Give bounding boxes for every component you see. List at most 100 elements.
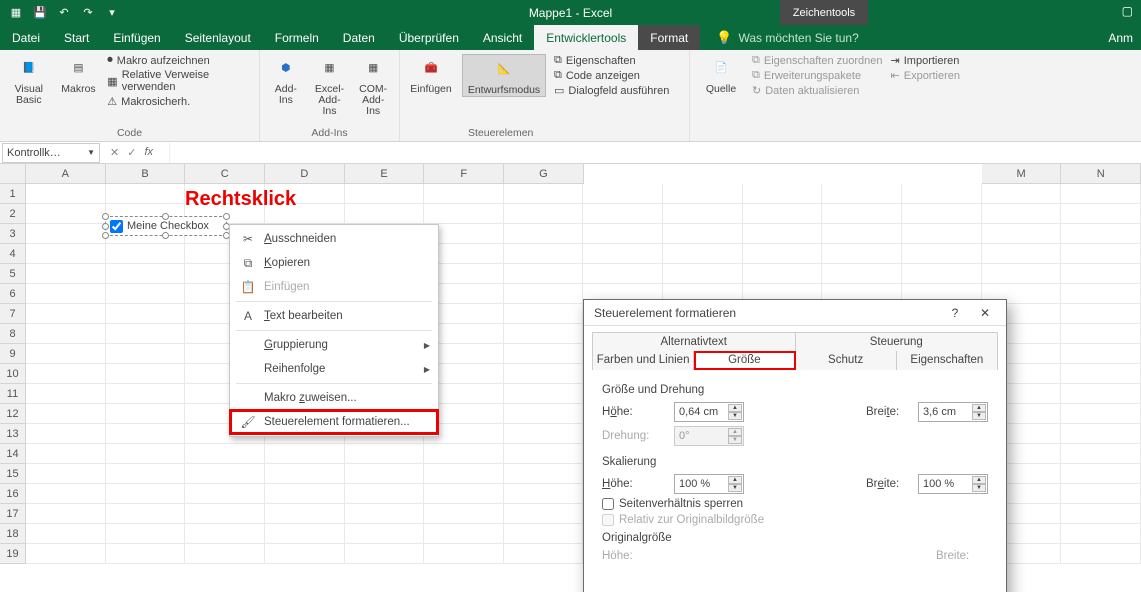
tab-start[interactable]: Start [52,25,101,50]
row-8[interactable]: 8 [0,324,26,344]
name-box[interactable]: Kontrollk… ▼ [2,143,100,163]
addins-button[interactable]: ⬢Add- Ins [268,54,304,106]
col-B[interactable]: B [106,164,186,184]
formula-input[interactable] [169,143,1141,163]
resize-handle[interactable] [102,213,109,220]
width-input[interactable]: 3,6 cm▲▼ [918,402,988,422]
row-13[interactable]: 13 [0,424,26,444]
qat-customize-icon[interactable]: ▾ [104,5,120,21]
col-F[interactable]: F [424,164,504,184]
row-12[interactable]: 12 [0,404,26,424]
col-D[interactable]: D [265,164,345,184]
row-15[interactable]: 15 [0,464,26,484]
dlg-tab-groesse[interactable]: Größe [694,351,795,370]
select-all-corner[interactable] [0,164,26,184]
col-M[interactable]: M [982,164,1062,184]
tab-formeln[interactable]: Formeln [263,25,331,50]
run-dialog-button[interactable]: ▭Dialogfeld ausführen [554,84,669,97]
resize-handle[interactable] [223,213,230,220]
row-5[interactable]: 5 [0,264,26,284]
menu-cut[interactable]: ✂Ausschneiden [230,227,438,251]
fx-label[interactable]: fx [144,146,159,159]
row-9[interactable]: 9 [0,344,26,364]
menu-format-control[interactable]: 🖌Steuerelement formatieren... [230,410,438,434]
relative-references-button[interactable]: ▦Relative Verweise verwenden [107,69,251,93]
resize-handle[interactable] [162,232,169,239]
tab-seitenlayout[interactable]: Seitenlayout [173,25,263,50]
tab-ueberpruefen[interactable]: Überprüfen [387,25,471,50]
tab-daten[interactable]: Daten [331,25,387,50]
tell-me[interactable]: 💡 Was möchten Sie tun? [700,25,858,50]
dialog-titlebar[interactable]: Steuerelement formatieren ? ✕ [584,300,1006,326]
checkbox-control[interactable]: Meine Checkbox [105,216,227,236]
lock-aspect-checkbox[interactable]: Seitenverhältnis sperren [602,498,988,510]
row-3[interactable]: 3 [0,224,26,244]
row-1[interactable]: 1 [0,184,26,204]
source-button[interactable]: 📄Quelle [698,54,744,95]
row-10[interactable]: 10 [0,364,26,384]
tab-format[interactable]: Format [638,25,700,50]
row-17[interactable]: 17 [0,504,26,524]
col-A[interactable]: A [26,164,106,184]
tab-entwicklertools[interactable]: Entwicklertools [534,25,638,50]
row-18[interactable]: 18 [0,524,26,544]
tab-datei[interactable]: Datei [0,25,52,50]
scale-width-input[interactable]: 100 %▲▼ [918,474,988,494]
help-button[interactable]: ? [940,302,970,324]
macro-security-button[interactable]: ⚠Makrosicherh. [107,95,251,108]
dlg-tab-farben[interactable]: Farben und Linien [593,351,694,370]
resize-handle[interactable] [162,213,169,220]
scale-height-input[interactable]: 100 %▲▼ [674,474,744,494]
close-button[interactable]: ✕ [970,302,1000,324]
dlg-tab-alternativtext[interactable]: Alternativtext [593,333,796,351]
dlg-tab-schutz[interactable]: Schutz [796,351,897,370]
menu-assign-macro[interactable]: Makro zuweisen... [230,386,438,410]
menu-copy[interactable]: ⧉Kopieren [230,251,438,275]
col-G[interactable]: G [504,164,584,184]
resize-handle[interactable] [102,232,109,239]
accept-formula-icon[interactable]: ✓ [127,146,136,159]
row-7[interactable]: 7 [0,304,26,324]
row-2[interactable]: 2 [0,204,26,224]
menu-edit-text[interactable]: AText bearbeiten [230,304,438,328]
design-mode-button[interactable]: 📐Entwurfsmodus [462,54,546,97]
row-19[interactable]: 19 [0,544,26,564]
view-code-button[interactable]: ⧉Code anzeigen [554,69,669,82]
row-16[interactable]: 16 [0,484,26,504]
row-6[interactable]: 6 [0,284,26,304]
sign-in-label[interactable]: Anm [1108,25,1141,50]
tab-ansicht[interactable]: Ansicht [471,25,534,50]
chevron-down-icon[interactable]: ▼ [87,148,95,157]
tab-einfuegen[interactable]: Einfügen [101,25,172,50]
col-N[interactable]: N [1061,164,1141,184]
cancel-formula-icon[interactable]: ✕ [110,146,119,159]
column-headers[interactable]: A B C D E F G M N [26,164,1141,184]
row-headers[interactable]: 12345678910111213141516171819 [0,184,26,564]
row-14[interactable]: 14 [0,444,26,464]
visual-basic-button[interactable]: 📘Visual Basic [8,54,50,106]
col-E[interactable]: E [345,164,425,184]
record-macro-button[interactable]: ⏺Makro aufzeichnen [107,54,251,67]
com-addins-button[interactable]: ▦COM- Add-Ins [355,54,391,117]
redo-icon[interactable]: ↷ [80,5,96,21]
undo-icon[interactable]: ↶ [56,5,72,21]
dlg-tab-steuerung[interactable]: Steuerung [796,333,998,351]
height-input[interactable]: 0,64 cm▲▼ [674,402,744,422]
resize-handle[interactable] [102,223,109,230]
ribbon-options-icon[interactable]: ▢ [1122,4,1133,18]
excel-addins-button[interactable]: ▦Excel- Add-Ins [312,54,348,117]
row-4[interactable]: 4 [0,244,26,264]
col-C[interactable]: C [185,164,265,184]
properties-button[interactable]: ⧉Eigenschaften [554,54,669,67]
format-control-dialog: Steuerelement formatieren ? ✕ Alternativ… [583,299,1007,592]
worksheet-grid[interactable]: A B C D E F G M N 1234567891011121314151… [0,164,1141,592]
row-11[interactable]: 11 [0,384,26,404]
save-icon[interactable]: 💾 [32,5,48,21]
dlg-tab-eigenschaften[interactable]: Eigenschaften [897,351,997,370]
macros-button[interactable]: ▤Makros [58,54,100,95]
import-button[interactable]: ⇥Importieren [891,54,960,67]
insert-control-button[interactable]: 🧰Einfügen [408,54,454,95]
menu-group[interactable]: Gruppierung▶ [230,333,438,357]
menu-order[interactable]: Reihenfolge▶ [230,357,438,381]
checkbox-input[interactable] [110,220,123,233]
